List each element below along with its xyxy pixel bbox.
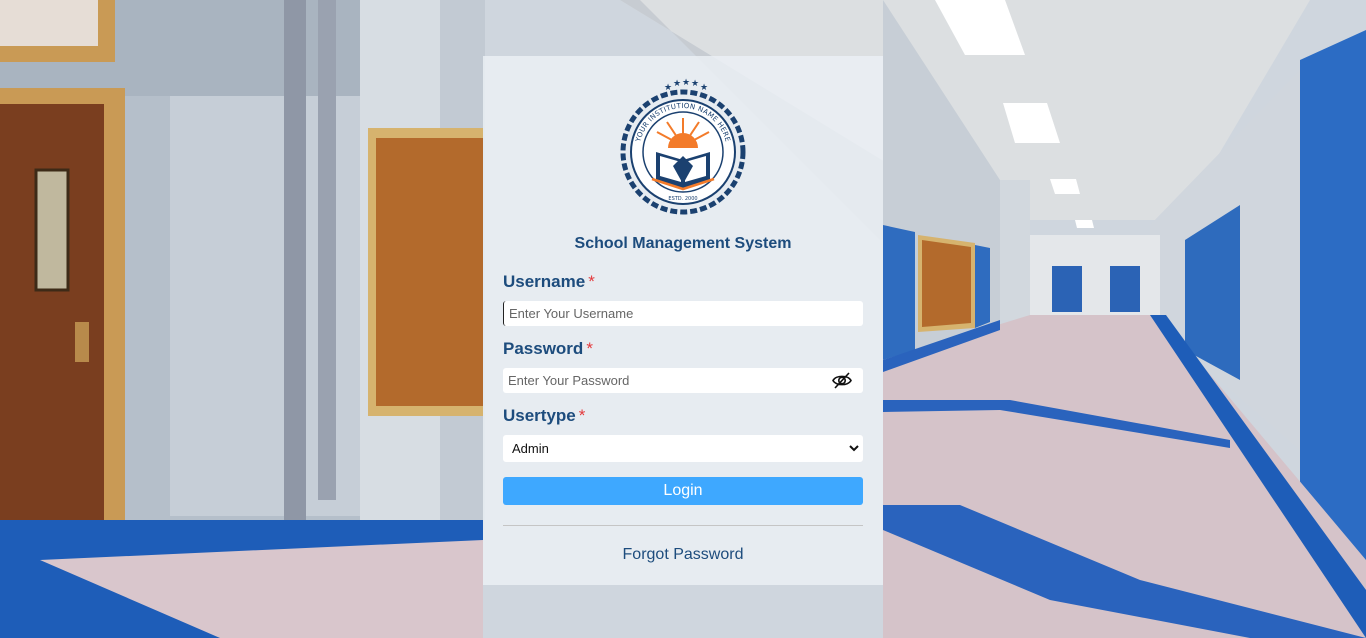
logo-estd-text: ESTD. 2000 <box>668 196 697 202</box>
logo-emblem: ★ ★ ★ ★ ★ YOUR INSTITUTION NAME HERE EST… <box>620 78 746 215</box>
usertype-label: Usertype * <box>503 406 585 426</box>
app-title: School Management System <box>574 235 792 252</box>
required-mark: * <box>578 406 586 425</box>
svg-text:★: ★ <box>673 79 681 89</box>
password-input[interactable] <box>503 368 863 393</box>
forgot-password-link[interactable]: Forgot Password <box>483 546 883 564</box>
login-button[interactable]: Login <box>503 477 863 505</box>
login-card: ★ ★ ★ ★ ★ YOUR INSTITUTION NAME HERE EST… <box>483 56 883 585</box>
institution-logo: ★ ★ ★ ★ ★ YOUR INSTITUTION NAME HERE EST… <box>612 76 754 218</box>
svg-text:★: ★ <box>700 83 708 93</box>
required-mark: * <box>588 272 595 291</box>
svg-text:★: ★ <box>691 79 699 89</box>
divider <box>503 525 863 526</box>
usertype-label-text: Usertype <box>503 406 576 425</box>
eye-slash-icon[interactable] <box>831 370 853 391</box>
username-label-text: Username <box>503 272 586 291</box>
svg-text:★: ★ <box>682 78 690 88</box>
usertype-select[interactable]: Admin <box>503 435 863 462</box>
username-input[interactable] <box>503 301 863 326</box>
password-label-text: Password <box>503 339 584 358</box>
required-mark: * <box>586 339 593 358</box>
username-label: Username * <box>503 272 595 292</box>
password-label: Password * <box>503 339 593 359</box>
